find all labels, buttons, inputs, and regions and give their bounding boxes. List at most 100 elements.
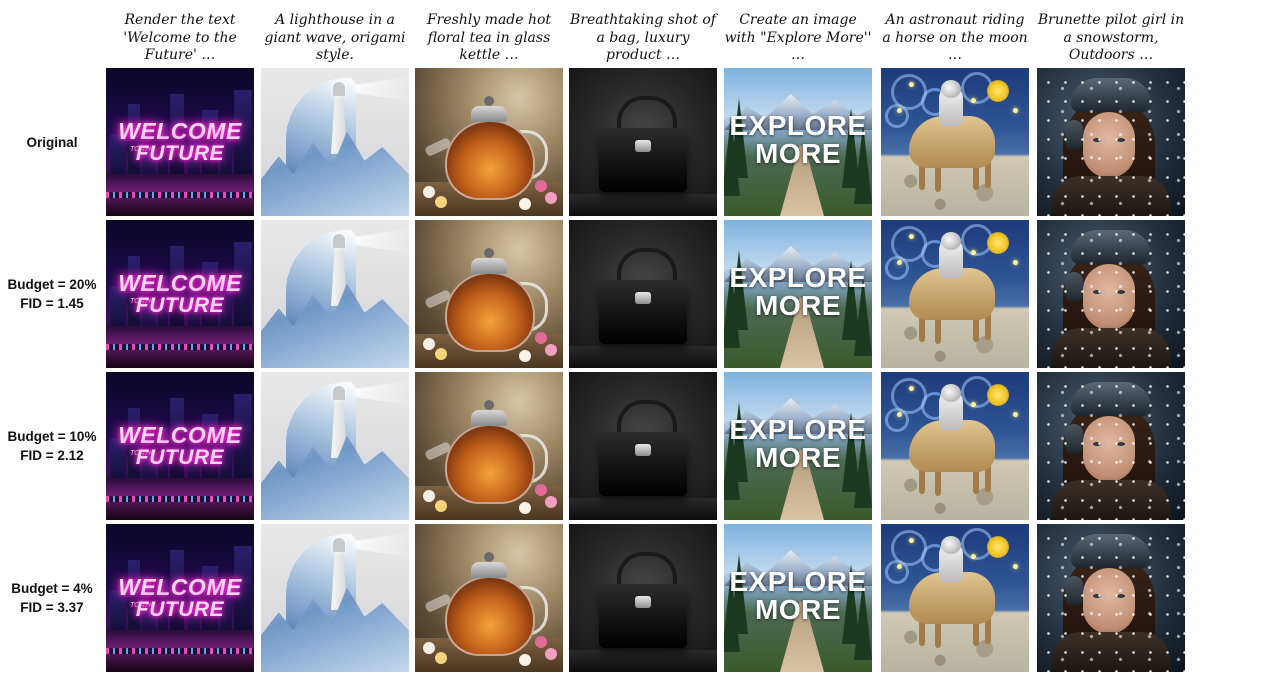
neon-text-welcome: WELCOME [118,574,242,600]
column-prompt-5: Create an image with "Explore More'' … [724,12,872,63]
flower [519,502,531,514]
flower [423,642,435,654]
lighthouse-lamp [333,386,345,400]
row-label-2: Budget = 20% FID = 1.45 [0,220,104,368]
flower [435,652,447,664]
row-label-name: Budget = 10% [7,429,97,444]
explore-more-image: EXPLORE MORE [724,68,872,216]
flower [423,186,435,198]
origami-lighthouse-image [261,372,409,520]
astronaut-horse-image [881,372,1029,520]
lighthouse-lamp [333,82,345,96]
neon-text-future: FUTURE [135,294,225,317]
kettle-lid [471,562,507,578]
row-label-4: Budget = 4% FID = 3.37 [0,524,104,672]
kettle-lid [471,106,507,122]
explore-more-text: EXPLORE MORE [724,416,872,472]
explore-more-text: EXPLORE MORE [724,264,872,320]
reflective-floor [569,194,717,216]
neon-city-image: WELCOME TO THE FUTURE [106,68,254,216]
star [1013,108,1018,113]
star [971,98,976,103]
kettle-knob [484,400,494,410]
astronaut-horse-image [881,68,1029,216]
snowflakes [1037,68,1185,216]
handbag [599,432,687,496]
luxury-bag-image [569,220,717,368]
explore-line-2: MORE [755,138,841,169]
star [1013,564,1018,569]
luxury-bag-image [569,524,717,672]
kettle-knob [484,552,494,562]
bag-logo-plate [635,140,651,152]
handbag [599,128,687,192]
column-prompt-6: An astronaut riding a horse on the moon … [882,12,1028,63]
explore-line-1: EXPLORE [729,566,867,597]
pilot-girl-image [1037,68,1185,216]
star [971,554,976,559]
star [897,412,902,417]
star [897,564,902,569]
neon-text-welcome: WELCOME [118,422,242,448]
flower [423,338,435,350]
flower [535,484,547,496]
astronaut-helmet [941,384,961,402]
pilot-girl-image [1037,372,1185,520]
column-prompt-4: Breathtaking shot of a bag, luxury produ… [570,12,716,63]
star [909,538,914,543]
neon-text-future: FUTURE [135,142,225,165]
flower [435,500,447,512]
reflective-floor [569,346,717,368]
explore-line-2: MORE [755,442,841,473]
row-label-1: Original [0,68,104,216]
tea-kettle-image [415,372,563,520]
row-label-3: Budget = 10% FID = 2.12 [0,372,104,520]
origami-lighthouse-image [261,68,409,216]
pilot-girl-image [1037,220,1185,368]
column-prompt-1: Render the text 'Welcome to the Future' … [123,12,237,63]
handbag [599,584,687,648]
explore-more-text: EXPLORE MORE [724,112,872,168]
reflective-floor [569,650,717,672]
flower [545,344,557,356]
column-prompt-2: A lighthouse in a giant wave, origami st… [264,12,406,63]
image-comparison-grid: Render the text 'Welcome to the Future' … [0,0,1288,683]
astronaut-helmet [941,536,961,554]
neon-text-future: FUTURE [135,446,225,469]
snowflakes [1037,524,1185,672]
moon [987,80,1009,102]
kettle-lid [471,258,507,274]
star [1013,412,1018,417]
explore-more-text: EXPLORE MORE [724,568,872,624]
star [897,260,902,265]
lighthouse-lamp [333,234,345,248]
moon [987,232,1009,254]
flower [535,636,547,648]
snowflakes [1037,372,1185,520]
bag-logo-plate [635,292,651,304]
explore-more-image: EXPLORE MORE [724,220,872,368]
column-prompt-7: Brunette pilot girl in a snowstorm, Outd… [1037,12,1185,63]
column-prompt-3: Freshly made hot floral tea in glass ket… [426,12,552,63]
lighthouse-lamp [333,538,345,552]
glass-kettle [445,576,535,656]
flower [535,332,547,344]
traffic-lights [106,648,254,654]
moon [987,536,1009,558]
row-label-fid: FID = 2.12 [20,448,84,463]
row-label-name: Budget = 20% [7,277,97,292]
neon-city-image: WELCOME TO THE FUTURE [106,372,254,520]
kettle-lid [471,410,507,426]
flower [423,490,435,502]
reflective-floor [569,498,717,520]
glass-kettle [445,272,535,352]
explore-more-image: EXPLORE MORE [724,524,872,672]
astronaut-helmet [941,232,961,250]
astronaut-helmet [941,80,961,98]
explore-line-2: MORE [755,290,841,321]
star [971,250,976,255]
flower [545,648,557,660]
kettle-knob [484,96,494,106]
star [909,386,914,391]
neon-text-welcome: WELCOME [118,118,242,144]
